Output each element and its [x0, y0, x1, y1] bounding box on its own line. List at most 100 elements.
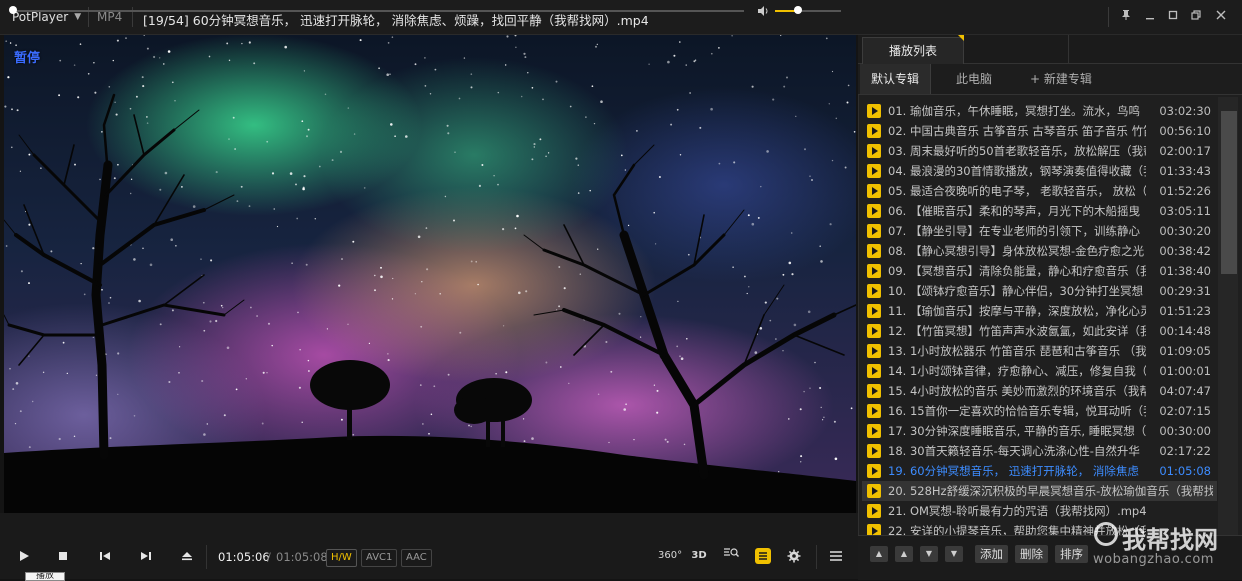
watermark-text: 我帮找网 [1122, 526, 1218, 554]
hw-decode-tag[interactable]: H/W [326, 549, 357, 567]
vr-360-label: 360° [658, 550, 683, 561]
video-frame-image [4, 35, 856, 513]
next-icon[interactable] [135, 545, 157, 567]
window-title: [19/54] 60分钟冥想音乐， 迅速打开脉轮， 消除焦虑、烦躁，找回平静（我… [143, 13, 649, 28]
video-codec-tag[interactable]: AVC1 [361, 549, 398, 567]
playlist-item[interactable]: 10. 【颂钵疗愈音乐】静心伴侣，30分钟打坐冥想（我帮找网） 00:29:31 [862, 281, 1217, 301]
playlist-item-duration: 01:38:40 [1159, 264, 1211, 278]
media-file-icon [867, 164, 881, 178]
minimize-icon[interactable] [1141, 8, 1159, 26]
playlist-item-title: 03. 周末最好听的50首老歌轻音乐，放松解压（我帮找网） [888, 144, 1146, 158]
close-icon[interactable] [1212, 8, 1230, 26]
playlist-item-title: 10. 【颂钵疗愈音乐】静心伴侣，30分钟打坐冥想（我帮找网） [888, 284, 1146, 298]
eject-icon[interactable] [176, 545, 198, 567]
tab-default-album[interactable]: 默认专辑 [860, 64, 931, 94]
playlist-item-duration: 02:17:22 [1159, 444, 1211, 458]
move-bottom-icon: ▼ [950, 549, 958, 558]
seek-bar[interactable] [12, 10, 744, 12]
new-album-button[interactable]: + 新建专辑 [1030, 64, 1092, 94]
playlist-item[interactable]: 21. OM冥想-聆听最有力的咒语（我帮找网）.mp4 [862, 501, 1217, 521]
vr-360-button[interactable]: 360° [658, 546, 682, 566]
playlist-item[interactable]: 11. 【瑜伽音乐】按摩与平静，深度放松，净化心灵 01:51:23 [862, 301, 1217, 321]
move-up-icon: ▲ [900, 549, 908, 558]
tab-this-pc[interactable]: 此电脑 [956, 64, 992, 94]
playlist-item[interactable]: 20. 528Hz舒缓深沉积极的早晨冥想音乐-放松瑜伽音乐（我帮找网） [862, 481, 1217, 501]
tab-playlist[interactable]: 播放列表 [862, 37, 964, 64]
media-file-icon [867, 504, 881, 518]
audio-codec-tag[interactable]: AAC [401, 549, 432, 567]
playlist-item[interactable]: 05. 最适合夜晚听的电子琴， 老歌轻音乐， 放松（我帮找网） 01:52:26 [862, 181, 1217, 201]
playlist-item-duration: 00:56:10 [1159, 124, 1211, 138]
media-file-icon [867, 524, 881, 535]
media-file-icon [867, 184, 881, 198]
seek-handle[interactable] [9, 6, 17, 14]
divider [816, 545, 817, 569]
restore-icon[interactable] [1187, 8, 1205, 26]
pin-icon[interactable] [1117, 8, 1135, 26]
move-bottom-button[interactable]: ▼ [945, 546, 963, 562]
add-button[interactable]: 添加 [975, 545, 1008, 563]
search-icon[interactable] [721, 546, 741, 566]
playlist-item[interactable]: 01. 瑜伽音乐，午休睡眠，冥想打坐。流水，鸟鸣 03:02:30 [862, 101, 1217, 121]
playlist-item-title: 13. 1小时放松器乐 竹笛音乐 琵琶和古筝音乐 （我帮找网） [888, 344, 1146, 358]
delete-button[interactable]: 删除 [1015, 545, 1048, 563]
move-top-icon: ▲ [875, 549, 883, 558]
media-file-icon [867, 204, 881, 218]
3d-button[interactable]: 3D [689, 546, 709, 566]
watermark-logo-icon [1094, 522, 1118, 546]
previous-icon[interactable] [94, 545, 116, 567]
playlist-item[interactable]: 08. 【静心冥想引导】身体放松冥想-金色疗愈之光 00:38:42 [862, 241, 1217, 261]
playlist-item[interactable]: 17. 30分钟深度睡眠音乐, 平静的音乐, 睡眠冥想（我帮找网） 00:30:0… [862, 421, 1217, 441]
volume-handle[interactable] [794, 6, 802, 14]
media-file-icon [867, 464, 881, 478]
playlist-icon[interactable] [755, 548, 771, 564]
move-up-button[interactable]: ▲ [895, 546, 913, 562]
move-down-button[interactable]: ▼ [920, 546, 938, 562]
playlist-item[interactable]: 16. 15首你一定喜欢的恰恰音乐专辑，悦耳动听（我帮找网） 02:07:15 [862, 401, 1217, 421]
playlist-item[interactable]: 19. 60分钟冥想音乐， 迅速打开脉轮， 消除焦虑 01:05:08 [862, 461, 1217, 481]
playlist-item-duration: 01:00:01 [1159, 364, 1211, 378]
video-area[interactable]: 暂停 [4, 35, 856, 513]
media-file-icon [867, 484, 881, 498]
volume-icon[interactable] [757, 5, 769, 20]
total-time: 01:05:08 [276, 550, 328, 564]
playlist-item[interactable]: 12. 【竹笛冥想】竹笛声声水波氤氲，如此安详（我帮找网） 00:14:48 [862, 321, 1217, 341]
playlist-item[interactable]: 15. 4小时放松的音乐 美妙而激烈的环境音乐（我帮找网） 04:07:47 [862, 381, 1217, 401]
time-separator: / [267, 550, 271, 564]
playlist-item[interactable]: 13. 1小时放松器乐 竹笛音乐 琵琶和古筝音乐 （我帮找网） 01:09:05 [862, 341, 1217, 361]
format-label: MP4 [97, 10, 123, 24]
divider [1068, 35, 1069, 63]
media-file-icon [867, 264, 881, 278]
gear-icon[interactable] [784, 546, 804, 566]
playlist-item[interactable]: 06. 【催眠音乐】柔和的琴声，月光下的木船摇曳（我帮找网） 03:05:11 [862, 201, 1217, 221]
playlist-item[interactable]: 02. 中国古典音乐 古筝音乐 古琴音乐 笛子音乐 竹笛 00:56:10 [862, 121, 1217, 141]
playlist-item[interactable]: 04. 最浪漫的30首情歌播放，钢琴演奏值得收藏（我帮找网） 01:33:43 [862, 161, 1217, 181]
media-file-icon [867, 384, 881, 398]
playlist-item[interactable]: 03. 周末最好听的50首老歌轻音乐，放松解压（我帮找网） 02:00:17 [862, 141, 1217, 161]
playlist-item-title: 04. 最浪漫的30首情歌播放，钢琴演奏值得收藏（我帮找网） [888, 164, 1146, 178]
media-file-icon [867, 104, 881, 118]
playlist-item-title: 02. 中国古典音乐 古筝音乐 古琴音乐 笛子音乐 竹笛 [888, 124, 1146, 138]
playlist-item-duration: 00:29:31 [1159, 284, 1211, 298]
play-icon[interactable] [13, 545, 35, 567]
playlist-item[interactable]: 07. 【静坐引导】在专业老师的引领下，训练静心（我帮找网） 00:30:20 [862, 221, 1217, 241]
playlist-item-duration: 03:05:11 [1159, 204, 1211, 218]
3d-label: 3D [691, 550, 707, 561]
playlist-item-duration: 00:30:00 [1159, 424, 1211, 438]
stop-icon[interactable] [52, 545, 74, 567]
media-file-icon [867, 224, 881, 238]
playlist-item-title: 17. 30分钟深度睡眠音乐, 平静的音乐, 睡眠冥想（我帮找网） [888, 424, 1146, 438]
paused-indicator: 暂停 [14, 51, 41, 66]
sort-button[interactable]: 排序 [1055, 545, 1088, 563]
move-top-button[interactable]: ▲ [870, 546, 888, 562]
playlist-item-title: 01. 瑜伽音乐，午休睡眠，冥想打坐。流水，鸟鸣 [888, 104, 1140, 118]
tab-corner-marker [958, 35, 964, 41]
playlist-item-duration: 01:51:23 [1159, 304, 1211, 318]
playlist-item[interactable]: 09. 【冥想音乐】清除负能量，静心和疗愈音乐（我帮找网） 01:38:40 [862, 261, 1217, 281]
playlist-item[interactable]: 14. 1小时颂钵音律，疗愈静心、减压，修复自我（我帮找网） 01:00:01 [862, 361, 1217, 381]
scrollbar-thumb[interactable] [1221, 111, 1237, 274]
playlist-item-title: 09. 【冥想音乐】清除负能量，静心和疗愈音乐（我帮找网） [888, 264, 1146, 278]
menu-icon[interactable] [826, 546, 846, 566]
playlist-item[interactable]: 18. 30首天籁轻音乐-每天调心洗涤心性-自然升华（我帮找网） 02:17:22 [862, 441, 1217, 461]
maximize-icon[interactable] [1164, 8, 1182, 26]
